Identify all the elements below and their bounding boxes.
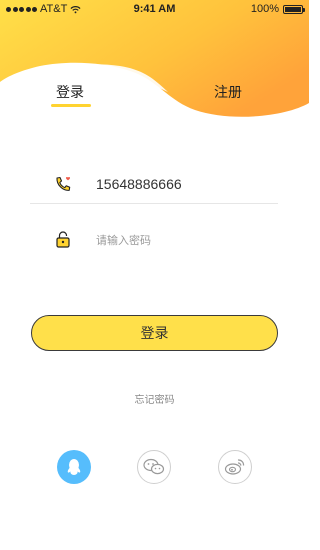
login-button[interactable]: 登录 xyxy=(31,315,278,351)
status-bar: AT&T 9:41 AM 100% xyxy=(0,0,309,20)
phone-value: 15648886666 xyxy=(96,176,182,192)
qq-login-button[interactable] xyxy=(57,450,91,484)
battery-icon xyxy=(283,4,305,14)
password-placeholder: 请输入密码 xyxy=(96,235,151,247)
forgot-password-link[interactable]: 忘记密码 xyxy=(0,391,309,406)
active-tab-indicator xyxy=(51,104,91,107)
wechat-icon xyxy=(143,458,165,475)
phone-heart-icon xyxy=(56,176,71,191)
lock-icon xyxy=(56,231,70,248)
tab-login[interactable]: 登录 xyxy=(56,82,84,102)
weibo-login-button[interactable] xyxy=(218,450,252,484)
qq-icon xyxy=(67,459,81,475)
password-field[interactable]: 请输入密码 xyxy=(30,221,278,257)
tab-register[interactable]: 注册 xyxy=(214,82,242,102)
battery-group: 100% xyxy=(250,3,305,15)
battery-percent: 100% xyxy=(250,3,279,15)
wechat-login-button[interactable] xyxy=(137,450,171,484)
weibo-icon xyxy=(224,459,245,475)
phone-field[interactable]: 15648886666 xyxy=(30,167,278,204)
